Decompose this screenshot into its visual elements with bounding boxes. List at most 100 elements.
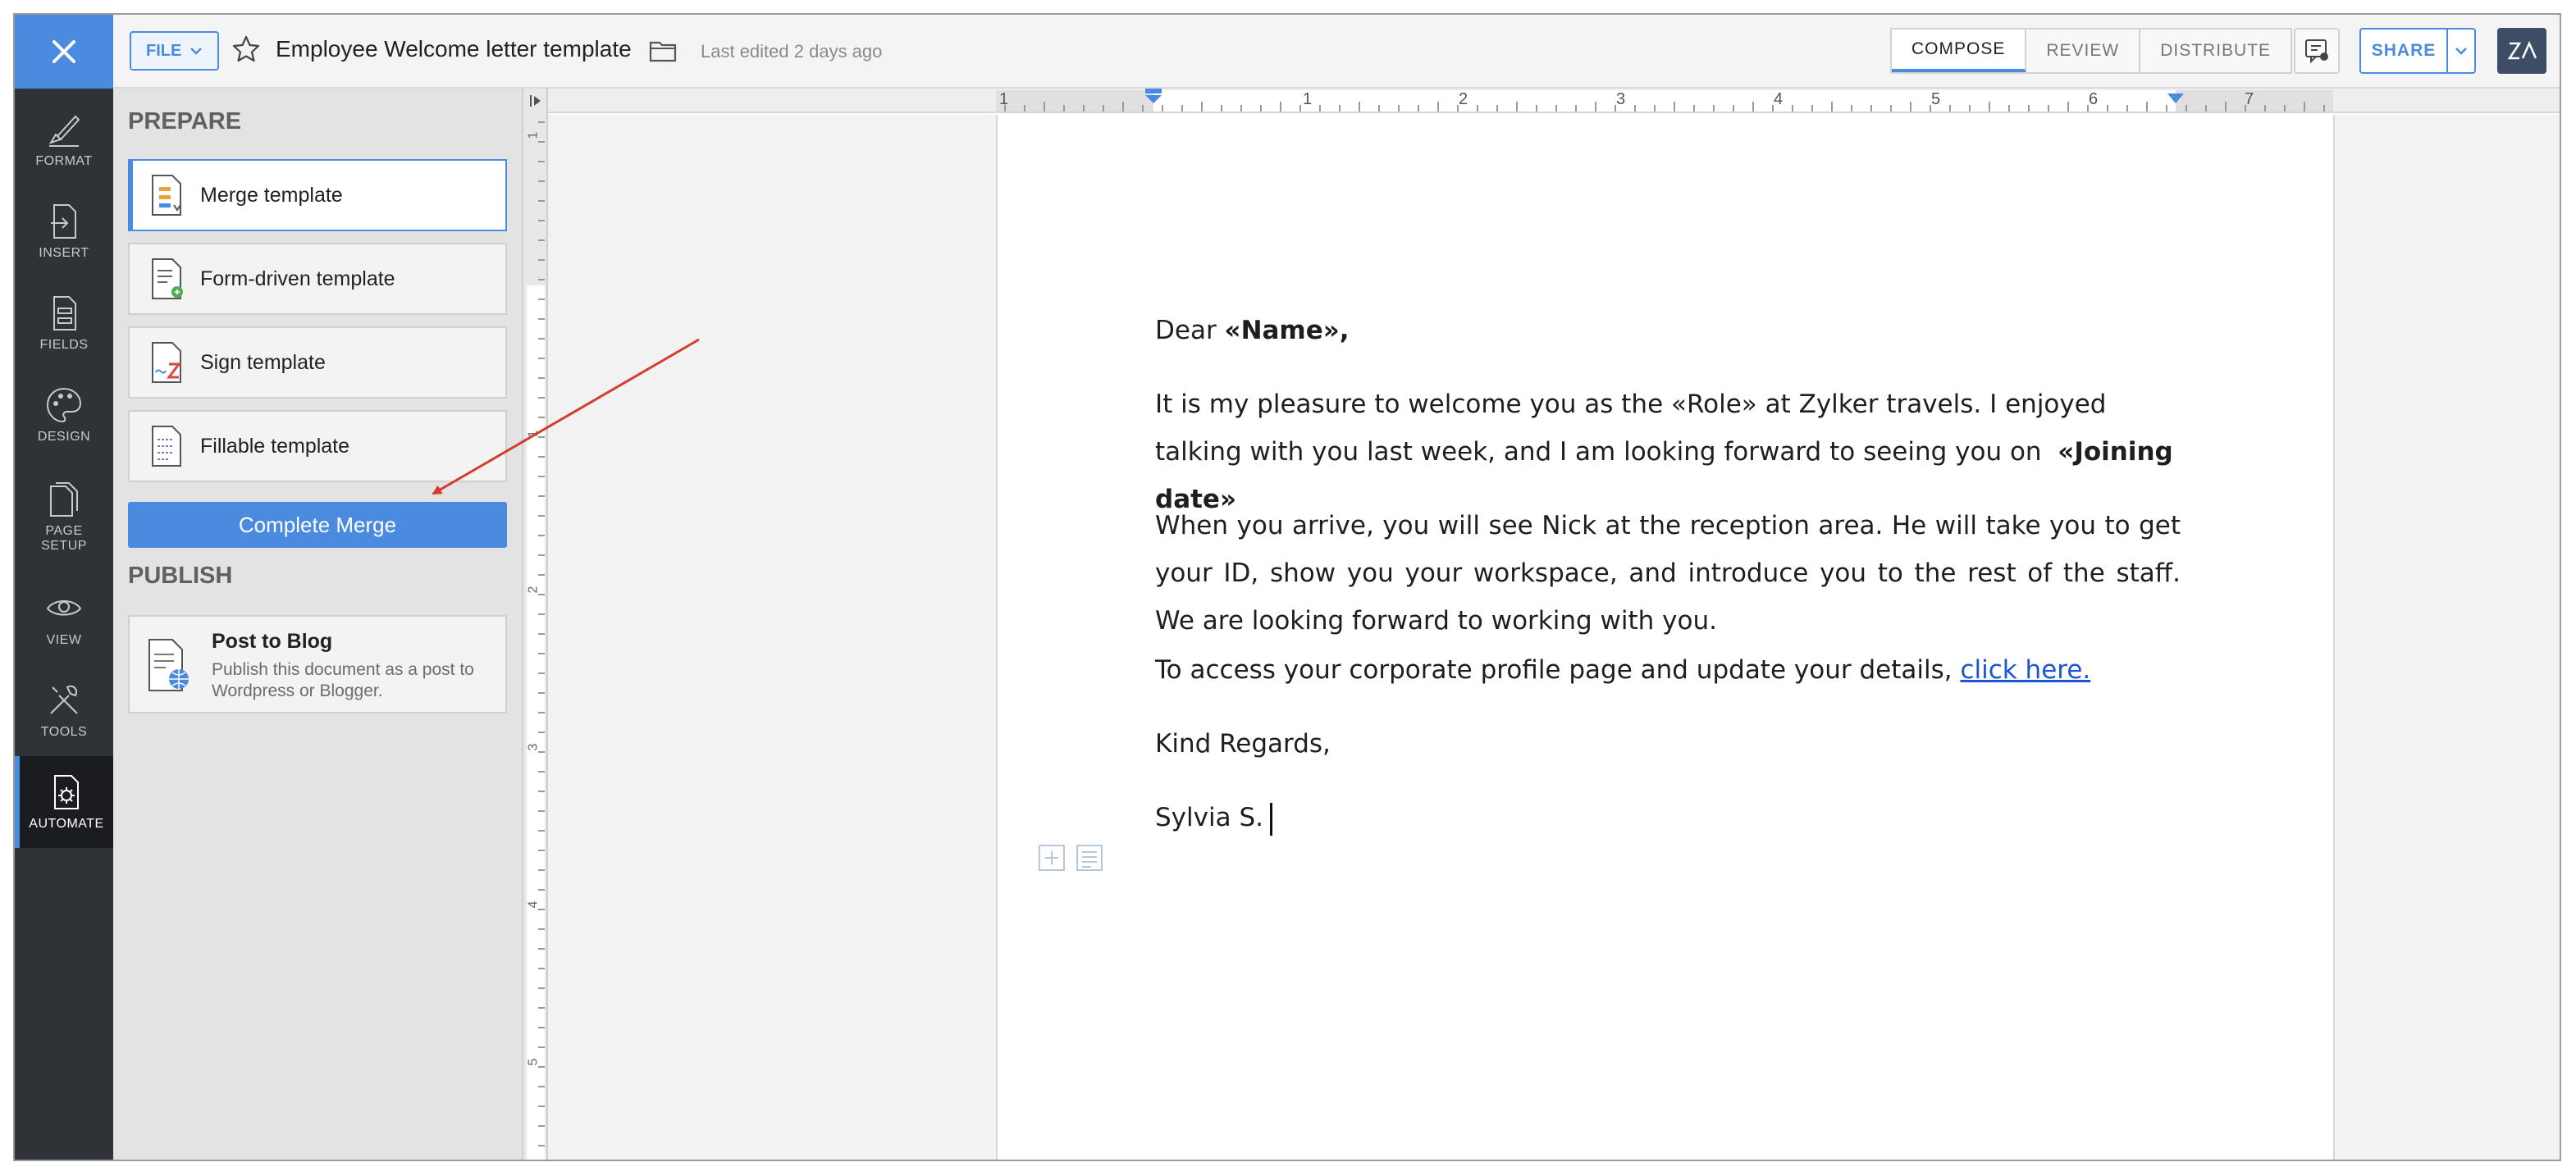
comments-button[interactable] xyxy=(2294,28,2340,74)
share-button[interactable]: SHARE xyxy=(2359,28,2448,74)
merge-template-option[interactable]: Merge template xyxy=(128,159,507,231)
complete-merge-button[interactable]: Complete Merge xyxy=(128,502,507,548)
file-menu-button[interactable]: FILE xyxy=(130,31,220,71)
sign-template-option[interactable]: Sign template xyxy=(128,326,507,399)
rail-design[interactable]: DESIGN xyxy=(15,369,113,461)
h-ruler-tick xyxy=(1477,105,1478,112)
document-canvas: Dear «Name», It is my pleasure to welcom… xyxy=(548,115,2560,1160)
h-ruler-number: 5 xyxy=(1931,90,1941,108)
v-ruler-tick xyxy=(538,220,545,221)
rail-automate[interactable]: AUTOMATE xyxy=(15,756,113,848)
comment-bell-icon xyxy=(2305,39,2328,64)
form-driven-template-label: Form-driven template xyxy=(200,267,395,290)
paragraph-options-icon[interactable] xyxy=(1075,843,1104,873)
v-ruler-tick xyxy=(538,338,545,340)
v-ruler-tick xyxy=(538,377,545,379)
ruler-toggle-icon[interactable] xyxy=(528,93,543,108)
add-block-icon[interactable] xyxy=(1037,843,1066,873)
h-ruler-tick xyxy=(2126,105,2128,112)
h-ruler-tick xyxy=(1595,102,1596,112)
tab-distribute[interactable]: DISTRIBUTE xyxy=(2140,30,2291,72)
palette-icon xyxy=(46,387,82,423)
v-ruler-tick xyxy=(538,436,545,438)
rail-format-label: FORMAT xyxy=(35,154,93,168)
post-to-blog-description: Publish this document as a post to Wordp… xyxy=(212,660,474,700)
app-window: FILE Employee Welcome letter template La… xyxy=(13,13,2561,1161)
h-ruler-tick xyxy=(1024,105,1025,112)
h-ruler-tick xyxy=(1240,105,1242,112)
tab-review[interactable]: REVIEW xyxy=(2026,30,2141,72)
tab-compose[interactable]: COMPOSE xyxy=(1892,30,2027,72)
v-ruler-tick xyxy=(538,456,545,458)
tools-icon xyxy=(50,685,78,714)
fillable-template-icon xyxy=(152,426,181,467)
v-ruler-tick xyxy=(538,712,545,713)
right-indent-marker[interactable] xyxy=(2166,89,2185,103)
closing-line: Kind Regards, xyxy=(1155,729,1331,759)
fillable-template-label: Fillable template xyxy=(200,434,350,458)
rail-page-setup[interactable]: PAGE SETUP xyxy=(15,461,113,572)
h-ruler-tick xyxy=(1831,102,1833,112)
rail-fields-label: FIELDS xyxy=(39,338,89,352)
profile-text: To access your corporate profile page an… xyxy=(1155,655,1961,685)
h-ruler-tick xyxy=(1004,105,1006,112)
h-ruler-tick xyxy=(1555,105,1557,112)
form-driven-template-option[interactable]: Form-driven template xyxy=(128,243,507,315)
v-ruler-tick xyxy=(538,869,545,871)
v-ruler-tick xyxy=(538,830,545,832)
page-setup-icon xyxy=(50,482,78,517)
rail-format[interactable]: FORMAT xyxy=(15,93,113,185)
v-ruler-tick xyxy=(538,948,545,950)
rail-fields[interactable]: FIELDS xyxy=(15,277,113,369)
h-ruler-tick xyxy=(1949,105,1951,112)
v-ruler-number: 2 xyxy=(526,586,541,594)
h-ruler-tick xyxy=(2067,102,2069,112)
v-ruler-tick xyxy=(538,1066,545,1068)
v-ruler-tick xyxy=(538,161,545,162)
left-indent-marker[interactable] xyxy=(1144,89,1163,103)
rail-insert[interactable]: INSERT xyxy=(15,185,113,277)
v-ruler-tick xyxy=(538,613,545,615)
h-ruler-tick xyxy=(1437,102,1439,112)
h-ruler-tick xyxy=(1811,105,1813,112)
v-ruler-tick xyxy=(538,1027,545,1028)
v-ruler-tick xyxy=(538,1125,545,1127)
rail-view[interactable]: VIEW xyxy=(15,572,113,664)
automate-panel: PREPARE Merge template Form-driven templ… xyxy=(113,89,523,1160)
star-icon[interactable] xyxy=(230,33,263,66)
close-button[interactable] xyxy=(15,15,113,89)
folder-icon[interactable] xyxy=(648,36,678,66)
profile-link[interactable]: click here. xyxy=(1960,655,2090,685)
v-ruler-tick xyxy=(538,732,545,733)
prepare-heading: PREPARE xyxy=(128,108,242,134)
v-ruler-tick xyxy=(538,535,545,536)
publish-heading: PUBLISH xyxy=(128,563,233,589)
post-to-blog-option[interactable]: Post to Blog Publish this document as a … xyxy=(128,615,507,713)
name-merge-field[interactable]: «Name», xyxy=(1225,316,1350,345)
signature-text: Sylvia S. xyxy=(1155,803,1263,832)
h-ruler-tick xyxy=(1693,105,1695,112)
h-ruler-tick xyxy=(1536,105,1537,112)
h-ruler-tick xyxy=(2146,102,2148,112)
zia-assistant-button[interactable] xyxy=(2497,28,2546,74)
vertical-ruler: 1 1 2 3 4 5 xyxy=(523,89,548,1160)
v-ruler-tick xyxy=(538,1086,545,1087)
horizontal-ruler: 1 1 2 3 4 5 6 7 xyxy=(548,89,2560,113)
fields-icon xyxy=(53,296,76,330)
document-page[interactable]: Dear «Name», It is my pleasure to welcom… xyxy=(996,115,2335,1160)
v-ruler-tick xyxy=(538,121,545,123)
share-dropdown-button[interactable] xyxy=(2446,28,2476,74)
fillable-template-option[interactable]: Fillable template xyxy=(128,410,507,482)
h-ruler-tick xyxy=(2304,102,2305,112)
h-ruler-number: 2 xyxy=(1459,90,1468,108)
v-ruler-tick xyxy=(538,141,545,143)
h-ruler-tick xyxy=(1378,105,1380,112)
v-ruler-tick xyxy=(538,791,545,792)
h-ruler-number: 3 xyxy=(1616,90,1626,108)
h-ruler-tick xyxy=(1299,105,1301,112)
document-title[interactable]: Employee Welcome letter template xyxy=(276,36,632,62)
h-ruler-tick xyxy=(1674,102,1675,112)
rail-tools[interactable]: TOOLS xyxy=(15,664,113,756)
h-ruler-tick xyxy=(1181,105,1183,112)
v-ruler-tick xyxy=(538,692,545,694)
